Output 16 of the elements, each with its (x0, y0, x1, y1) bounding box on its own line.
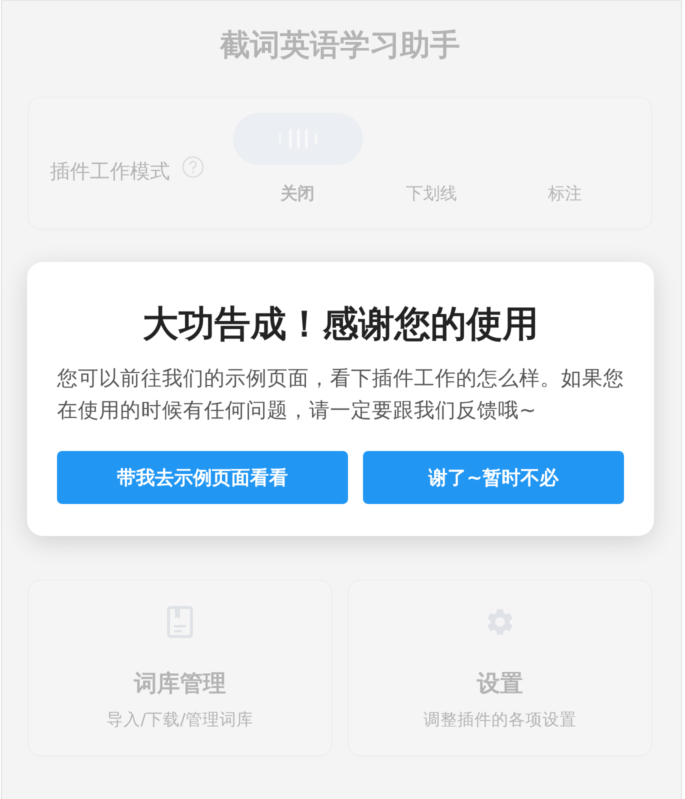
dialog-button[interactable]: 带我去示例页面看看 (57, 451, 348, 504)
dialog-button[interactable]: 谢了~暂时不必 (363, 451, 624, 504)
mode-label: 插件工作模式 (50, 158, 170, 184)
help-icon[interactable] (182, 156, 204, 178)
mode-option[interactable]: 关闭 (280, 182, 315, 206)
feature-title: 词库管理 (134, 670, 226, 699)
dialog-message: 您可以前往我们的示例页面，看下插件工作的怎么样。如果您在使用的时候有任何问题，请一定要跟我们反馈哦~ (57, 365, 624, 424)
mode-option[interactable]: 下划线 (406, 182, 457, 206)
app-title: 截词英语学习助手 (220, 27, 460, 65)
feature-description: 导入/下载/管理词库 (106, 709, 254, 731)
mode-option[interactable]: 标注 (548, 182, 582, 206)
feature-title: 设置 (477, 670, 523, 699)
feature-card[interactable]: 设置 调整插件的各项设置 (348, 580, 652, 756)
dialog-title: 大功告成！感谢您的使用 (142, 303, 540, 347)
feature-description: 调整插件的各项设置 (424, 709, 576, 731)
feature-card[interactable]: 词库管理 导入/下载/管理词库 (28, 580, 332, 756)
